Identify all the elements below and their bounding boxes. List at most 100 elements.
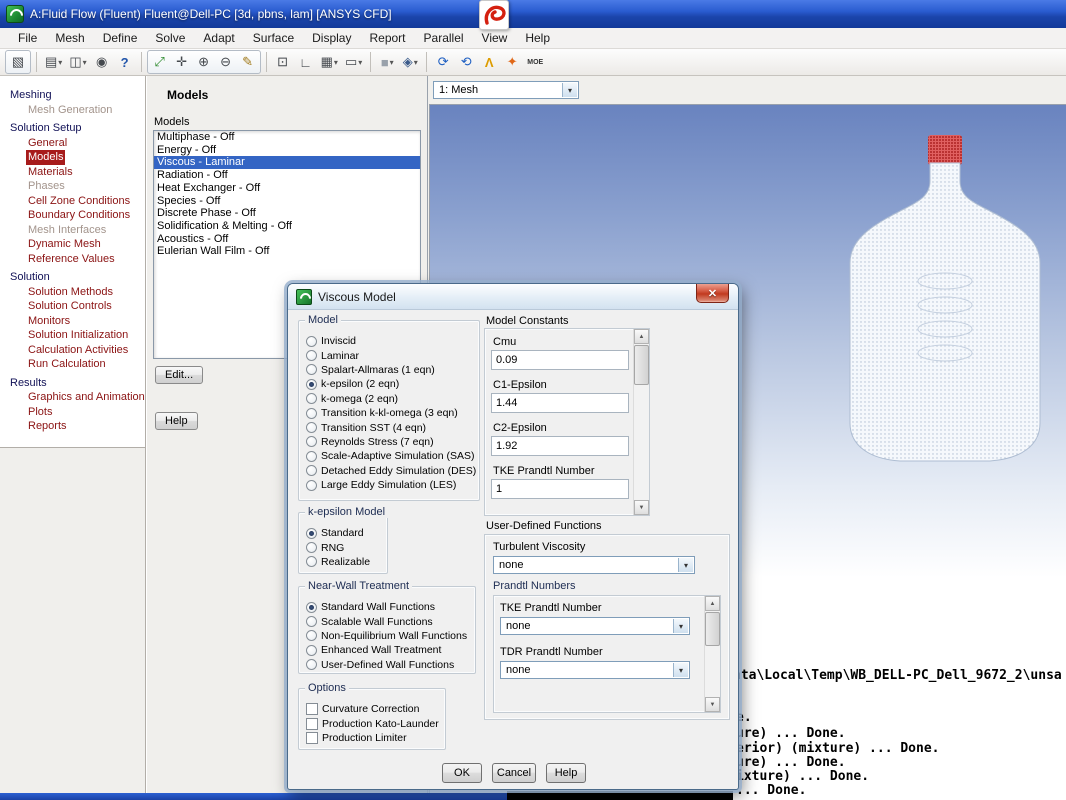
measure-button[interactable]: ∟ bbox=[295, 51, 317, 73]
view-selector[interactable]: 1: Mesh bbox=[433, 81, 579, 99]
radio-standard-wall-functions[interactable]: Standard Wall Functions bbox=[299, 600, 475, 614]
sidebar-item-models[interactable]: Models bbox=[26, 150, 66, 165]
radio-reynolds-stress[interactable]: Reynolds Stress (7 eqn) bbox=[299, 435, 479, 449]
sidebar-item-phases[interactable]: Phases bbox=[26, 179, 67, 194]
sidebar-item-run-calculation[interactable]: Run Calculation bbox=[26, 357, 108, 372]
save-button[interactable]: ◫ bbox=[66, 51, 89, 73]
zoom-in-button[interactable]: ⊕ bbox=[193, 51, 215, 73]
probe-button[interactable]: ✎ bbox=[237, 51, 259, 73]
sidebar-item-mesh-generation[interactable]: Mesh Generation bbox=[26, 103, 114, 118]
tke-prandtl-input[interactable] bbox=[491, 479, 629, 499]
ok-button[interactable]: OK bbox=[442, 763, 482, 783]
constants-scrollbar[interactable] bbox=[633, 329, 649, 515]
radio-realizable[interactable]: Realizable bbox=[299, 555, 387, 569]
menu-report[interactable]: Report bbox=[361, 29, 413, 47]
checkbox-curvature-correction[interactable]: Curvature Correction bbox=[299, 702, 445, 716]
sidebar-item-reference-values[interactable]: Reference Values bbox=[26, 252, 117, 267]
sidebar-item-graphics-and-animations[interactable]: Graphics and Animations bbox=[26, 390, 145, 405]
checkbox-production-limiter[interactable]: Production Limiter bbox=[299, 731, 445, 745]
sidebar-item-general[interactable]: General bbox=[26, 136, 69, 151]
radio-k-omega[interactable]: k-omega (2 eqn) bbox=[299, 392, 479, 406]
menu-adapt[interactable]: Adapt bbox=[195, 29, 242, 47]
list-item-species[interactable]: Species - Off bbox=[154, 195, 420, 208]
sync-button[interactable]: ⟳ bbox=[432, 51, 454, 73]
c1-epsilon-input[interactable] bbox=[491, 393, 629, 413]
surface-display-button[interactable]: ■ bbox=[376, 51, 398, 73]
zoom-out-button[interactable]: ⊖ bbox=[215, 51, 237, 73]
menu-help[interactable]: Help bbox=[517, 29, 558, 47]
menu-file[interactable]: File bbox=[10, 29, 45, 47]
radio-user-defined-wall-functions[interactable]: User-Defined Wall Functions bbox=[299, 658, 475, 672]
scroll-down-icon[interactable] bbox=[705, 697, 720, 712]
prandtl-scrollbar[interactable] bbox=[704, 596, 720, 712]
cmu-input[interactable] bbox=[491, 350, 629, 370]
views-button[interactable]: ▦ bbox=[318, 51, 341, 73]
radio-scalable-wall-functions[interactable]: Scalable Wall Functions bbox=[299, 614, 475, 628]
units-button[interactable]: MOE bbox=[524, 51, 546, 73]
radio-large-eddy[interactable]: Large Eddy Simulation (LES) bbox=[299, 478, 479, 492]
radio-scale-adaptive[interactable]: Scale-Adaptive Simulation (SAS) bbox=[299, 449, 479, 463]
menu-solve[interactable]: Solve bbox=[147, 29, 193, 47]
tdr-prandtl-number-dropdown[interactable]: none bbox=[500, 661, 690, 679]
sidebar-item-materials[interactable]: Materials bbox=[26, 165, 75, 180]
scroll-thumb[interactable] bbox=[634, 345, 649, 385]
menu-define[interactable]: Define bbox=[95, 29, 146, 47]
open-button[interactable]: ▤ bbox=[42, 51, 65, 73]
sync-alt-button[interactable]: ⟲ bbox=[455, 51, 477, 73]
sidebar-item-monitors[interactable]: Monitors bbox=[26, 314, 72, 329]
close-button[interactable]: ✕ bbox=[696, 284, 729, 303]
sidebar-item-solution-initialization[interactable]: Solution Initialization bbox=[26, 328, 130, 343]
radio-standard[interactable]: Standard bbox=[299, 526, 387, 540]
list-item-energy[interactable]: Energy - Off bbox=[154, 144, 420, 157]
cancel-button[interactable]: Cancel bbox=[492, 763, 536, 783]
radio-enhanced-wall-treatment[interactable]: Enhanced Wall Treatment bbox=[299, 643, 475, 657]
menu-parallel[interactable]: Parallel bbox=[416, 29, 472, 47]
list-item-solidification[interactable]: Solidification & Melting - Off bbox=[154, 220, 420, 233]
mesh-display-button[interactable]: ◈ bbox=[399, 51, 421, 73]
sidebar-item-mesh-interfaces[interactable]: Mesh Interfaces bbox=[26, 223, 108, 238]
menu-display[interactable]: Display bbox=[304, 29, 359, 47]
radio-spalart-allmaras[interactable]: Spalart-Allmaras (1 eqn) bbox=[299, 363, 479, 377]
radio-transition-k-kl-omega[interactable]: Transition k-kl-omega (3 eqn) bbox=[299, 406, 479, 420]
radio-k-epsilon[interactable]: k-epsilon (2 eqn) bbox=[299, 377, 479, 391]
help-button[interactable]: ? bbox=[114, 51, 136, 73]
turbulent-viscosity-dropdown[interactable]: none bbox=[493, 556, 695, 574]
ansys-button[interactable]: Λ bbox=[478, 51, 500, 73]
zoom-window-button[interactable]: ⊡ bbox=[272, 51, 294, 73]
list-item-viscous[interactable]: Viscous - Laminar bbox=[154, 156, 420, 170]
dialog-titlebar[interactable]: Viscous Model ✕ bbox=[288, 284, 738, 310]
models-help-button[interactable]: Help bbox=[155, 412, 198, 430]
menu-surface[interactable]: Surface bbox=[245, 29, 302, 47]
list-item-eulerian-wall-film[interactable]: Eulerian Wall Film - Off bbox=[154, 245, 420, 258]
c2-epsilon-input[interactable] bbox=[491, 436, 629, 456]
list-item-radiation[interactable]: Radiation - Off bbox=[154, 169, 420, 182]
checkbox-production-kato-launder[interactable]: Production Kato-Launder bbox=[299, 716, 445, 730]
spark-button[interactable]: ✦ bbox=[501, 51, 523, 73]
edit-button[interactable]: Edit... bbox=[155, 366, 204, 384]
list-item-multiphase[interactable]: Multiphase - Off bbox=[154, 131, 420, 144]
scroll-thumb[interactable] bbox=[705, 612, 720, 646]
radio-laminar[interactable]: Laminar bbox=[299, 348, 479, 362]
sidebar-item-solution-controls[interactable]: Solution Controls bbox=[26, 299, 114, 314]
scroll-up-icon[interactable] bbox=[705, 596, 720, 611]
sidebar-item-dynamic-mesh[interactable]: Dynamic Mesh bbox=[26, 237, 103, 252]
list-item-heat-exchanger[interactable]: Heat Exchanger - Off bbox=[154, 182, 420, 195]
radio-detached-eddy[interactable]: Detached Eddy Simulation (DES) bbox=[299, 464, 479, 478]
snapshot-button[interactable]: ◉ bbox=[91, 51, 113, 73]
dialog-help-button[interactable]: Help bbox=[546, 763, 586, 783]
list-item-discrete-phase[interactable]: Discrete Phase - Off bbox=[154, 207, 420, 220]
menu-mesh[interactable]: Mesh bbox=[47, 29, 92, 47]
scroll-up-icon[interactable] bbox=[634, 329, 649, 344]
radio-rng[interactable]: RNG bbox=[299, 540, 387, 554]
adobe-reader-icon[interactable] bbox=[479, 0, 509, 30]
viewport-button[interactable]: ▭ bbox=[342, 51, 365, 73]
pan-button[interactable]: ✛ bbox=[171, 51, 193, 73]
fit-view-button[interactable]: ⤢ bbox=[149, 51, 171, 73]
radio-non-equilibrium-wall-functions[interactable]: Non-Equilibrium Wall Functions bbox=[299, 629, 475, 643]
sidebar-item-plots[interactable]: Plots bbox=[26, 405, 54, 420]
scroll-down-icon[interactable] bbox=[634, 500, 649, 515]
sidebar-item-reports[interactable]: Reports bbox=[26, 419, 69, 434]
sidebar-item-cell-zone-conditions[interactable]: Cell Zone Conditions bbox=[26, 194, 132, 209]
list-item-acoustics[interactable]: Acoustics - Off bbox=[154, 233, 420, 246]
radio-inviscid[interactable]: Inviscid bbox=[299, 334, 479, 348]
